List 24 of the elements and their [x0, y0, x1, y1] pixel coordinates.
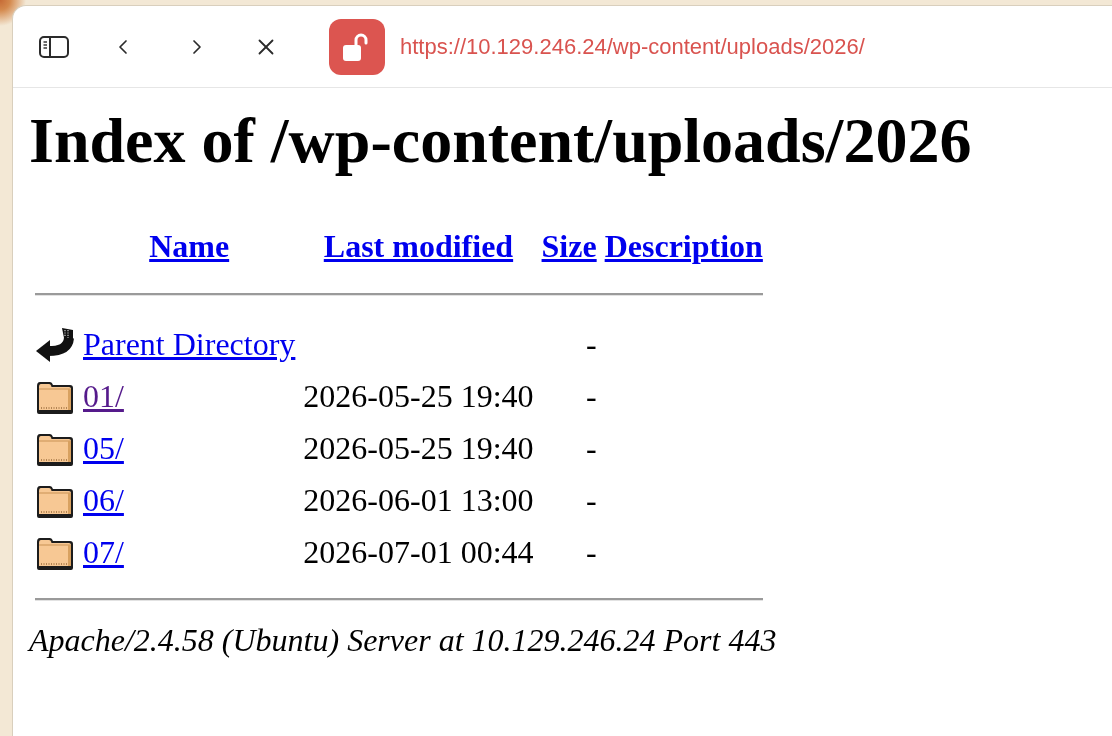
directory-link[interactable]: 06/: [83, 481, 124, 518]
date-text: 2026-07-01 00:44: [303, 533, 534, 570]
date-text: 2026-06-01 13:00: [303, 481, 534, 518]
size-text: -: [586, 429, 597, 466]
directory-link[interactable]: Parent Directory: [83, 325, 296, 362]
server-signature: Apache/2.4.58 (Ubuntu) Server at 10.129.246.24 Port 443: [29, 622, 777, 659]
address-field[interactable]: https://10.129.246.24/wp-content/uploads/2026/: [400, 32, 865, 61]
sort-link[interactable]: Size: [541, 227, 597, 264]
open-padlock-icon[interactable]: [329, 18, 385, 75]
page-heading: Index of /wp-content/uploads/2026: [29, 104, 972, 178]
directory-link[interactable]: 07/: [83, 533, 124, 570]
directory-link[interactable]: 05/: [83, 429, 124, 466]
size-text: -: [586, 325, 597, 362]
size-text: -: [586, 481, 597, 518]
date-text: 2026-05-25 19:40: [303, 377, 534, 414]
directory-link[interactable]: 01/: [83, 377, 124, 414]
sort-link[interactable]: Name: [149, 227, 230, 264]
sort-link[interactable]: Description: [604, 227, 763, 264]
sidebar-icon: [39, 35, 69, 58]
size-text: -: [586, 533, 597, 570]
size-text: -: [586, 377, 597, 414]
sidebar-button[interactable]: [39, 35, 69, 58]
date-text: 2026-05-25 19:40: [303, 429, 534, 466]
sort-link[interactable]: Last modified: [323, 227, 514, 264]
